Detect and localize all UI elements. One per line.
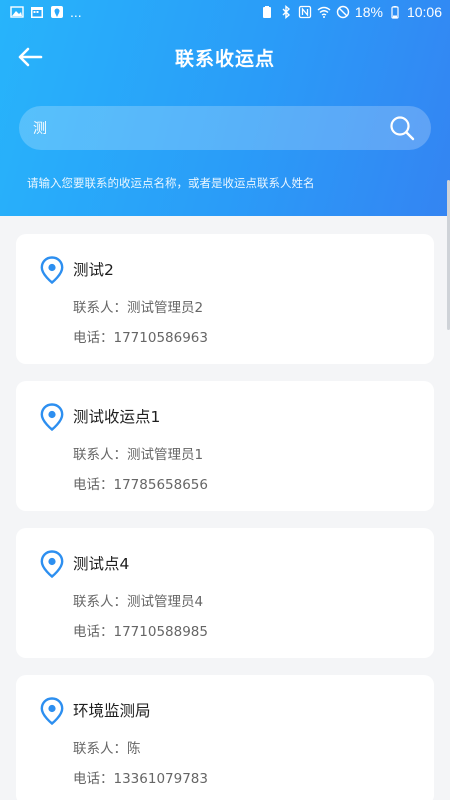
search-button[interactable] bbox=[389, 115, 415, 141]
battery-icon bbox=[388, 5, 402, 19]
battery-saver-icon bbox=[260, 5, 274, 19]
pickup-point-card[interactable]: 测试收运点1 联系人：测试管理员1 电话：17785658656 bbox=[16, 381, 434, 511]
clock: 10:06 bbox=[406, 4, 442, 20]
pickup-point-contact: 联系人：测试管理员1 bbox=[73, 447, 204, 463]
pickup-point-name: 测试点4 bbox=[73, 555, 130, 573]
wifi-icon bbox=[317, 5, 331, 19]
pickup-point-phone: 电话：17785658656 bbox=[73, 477, 208, 493]
calendar-icon bbox=[30, 5, 44, 19]
no-sim-icon bbox=[336, 5, 350, 19]
pickup-point-list: 测试2 联系人：测试管理员2 电话：17710586963 测试收运点1 联系人… bbox=[16, 234, 434, 800]
pickup-point-contact: 联系人：测试管理员2 bbox=[73, 300, 204, 316]
pickup-point-name: 环境监测局 bbox=[73, 702, 151, 720]
pickup-point-name: 测试2 bbox=[73, 261, 114, 279]
location-pin-icon bbox=[40, 256, 64, 284]
pickup-point-card[interactable]: 环境监测局 联系人：陈 电话：13361079783 bbox=[16, 675, 434, 800]
location-notification-icon bbox=[50, 5, 64, 19]
location-pin-icon bbox=[40, 403, 64, 431]
pickup-point-contact: 联系人：陈 bbox=[73, 741, 141, 757]
search-input[interactable] bbox=[33, 106, 373, 150]
pickup-point-contact: 联系人：测试管理员4 bbox=[73, 594, 204, 610]
nfc-icon bbox=[298, 5, 312, 19]
pickup-point-card[interactable]: 测试2 联系人：测试管理员2 电话：17710586963 bbox=[16, 234, 434, 364]
search-icon bbox=[390, 116, 415, 141]
pickup-point-name: 测试收运点1 bbox=[73, 408, 161, 426]
pickup-point-card[interactable]: 测试点4 联系人：测试管理员4 电话：17710588985 bbox=[16, 528, 434, 658]
gallery-icon bbox=[10, 5, 24, 19]
more-notifications: ... bbox=[70, 4, 82, 20]
search-box bbox=[19, 106, 431, 150]
battery-percent: 18% bbox=[354, 4, 383, 20]
pickup-point-phone: 电话：17710588985 bbox=[73, 624, 208, 640]
header: ... 18% 10:06 联系收运点 测 请输入您要联系的收运点名称，或者是收… bbox=[0, 0, 450, 216]
page-title: 联系收运点 bbox=[174, 48, 275, 70]
search-hint: 请输入您要联系的收运点名称，或者是收运点联系人姓名 bbox=[27, 176, 315, 190]
location-pin-icon bbox=[40, 550, 64, 578]
status-bar: ... 18% 10:06 bbox=[0, 0, 450, 26]
bluetooth-icon bbox=[279, 5, 293, 19]
location-pin-icon bbox=[40, 697, 64, 725]
pickup-point-phone: 电话：17710586963 bbox=[73, 330, 208, 346]
pickup-point-phone: 电话：13361079783 bbox=[73, 771, 208, 787]
